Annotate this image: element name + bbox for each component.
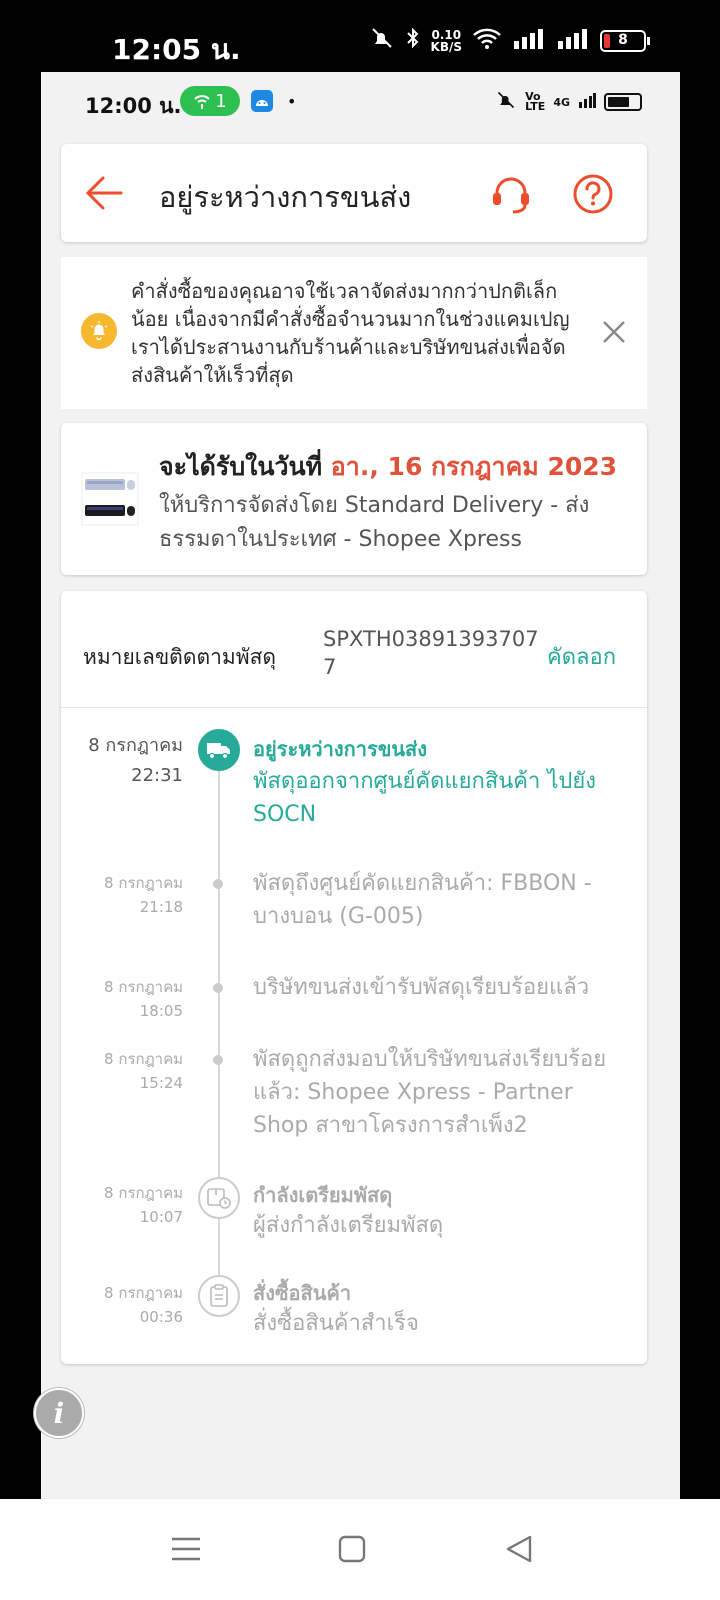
volte-icon: Vo LTE — [525, 90, 546, 113]
hotspot-count: 1 — [215, 90, 227, 112]
net-speed-unit: KB/S — [430, 39, 462, 54]
event-date: 8 กรกฎาคม — [104, 1184, 183, 1202]
event-time: 15:24 — [139, 1074, 183, 1092]
clipboard-icon — [198, 1275, 240, 1317]
event-title: อยู่ระหว่างการขนส่ง — [253, 737, 428, 761]
notice-message: คำสั่งซื้อของคุณอาจใช้เวลาจัดส่งมากกว่าป… — [131, 279, 570, 387]
event-time: 22:31 — [131, 765, 183, 786]
battery-icon — [604, 93, 642, 111]
event-title: สั่งซื้อสินค้า — [253, 1281, 352, 1305]
outer-status-icons: 0.10 KB/S 8 — [369, 26, 650, 55]
notice-close-button[interactable] — [599, 317, 629, 347]
page-title: อยู่ระหว่างการขนส่ง — [159, 180, 412, 214]
back-nav-button[interactable] — [500, 1529, 540, 1569]
event-datetime: 8 กรกฎาคม 18:05 — [104, 975, 183, 1023]
delivery-service: ให้บริการจัดส่งโดย Standard Delivery - ส… — [159, 493, 590, 552]
eta-date: อา., 16 กรกฎาคม 2023 — [330, 452, 618, 481]
event-description: พัสดุถูกส่งมอบให้บริษัทขนส่งเรียบร้อยแล้… — [253, 1047, 607, 1138]
android-app-icon — [251, 90, 273, 112]
back-button[interactable] — [83, 172, 125, 214]
battery-indicator: 8 — [600, 29, 650, 52]
home-button[interactable] — [332, 1529, 372, 1569]
truck-icon — [198, 729, 240, 771]
notification-dot: • — [287, 92, 297, 111]
support-button[interactable] — [489, 172, 533, 216]
close-icon — [603, 321, 625, 343]
timeline-dot — [213, 879, 223, 889]
triangle-back-icon — [506, 1535, 532, 1563]
signal-icon-2 — [556, 27, 590, 54]
back-arrow-icon — [85, 176, 123, 210]
inner-clock: 12:00 น. — [85, 94, 182, 118]
delay-notice-banner: คำสั่งซื้อของคุณอาจใช้เวลาจัดส่งมากกว่าป… — [61, 257, 647, 409]
divider — [61, 707, 647, 708]
info-icon: i — [53, 1396, 65, 1430]
bluetooth-icon — [405, 26, 421, 55]
help-button[interactable] — [571, 172, 615, 216]
mute-icon — [495, 90, 517, 114]
event-description: บริษัทขนส่งเข้ารับพัสดุเรียบร้อยแล้ว — [253, 975, 590, 1000]
product-thumbnail — [81, 471, 139, 527]
network-type: 4G — [553, 95, 570, 109]
tracking-number-label: หมายเลขติดตามพัสดุ — [83, 645, 277, 669]
event-description: สั่งซื้อสินค้าสำเร็จ — [253, 1311, 419, 1336]
net-speed: 0.10 KB/S — [431, 29, 462, 53]
system-navigation-bar — [0, 1499, 720, 1600]
event-date: 8 กรกฎาคม — [104, 978, 183, 996]
mute-icon — [369, 26, 395, 55]
event-datetime: 8 กรกฎาคม 22:31 — [88, 731, 183, 791]
menu-lines-icon — [172, 1537, 200, 1561]
tracking-card: หมายเลขติดตามพัสดุ SPXTH038913937077 คัด… — [61, 591, 647, 1364]
event-datetime: 8 กรกฎาคม 00:36 — [104, 1281, 183, 1329]
event-time: 00:36 — [139, 1308, 183, 1326]
net-speed-value: 0.10 — [431, 27, 462, 42]
hotspot-pill: 1 — [180, 86, 240, 116]
event-date: 8 กรกฎาคม — [104, 874, 183, 892]
info-button[interactable]: i — [34, 1388, 84, 1438]
recents-button[interactable] — [166, 1529, 206, 1569]
timeline-line — [218, 751, 220, 1311]
battery-level: 8 — [618, 31, 628, 48]
delivery-eta-card[interactable]: จะได้รับในวันที่ อา., 16 กรกฎาคม 2023 ให… — [61, 423, 647, 575]
inner-status-bar: 12:00 น. 1 • Vo LTE 4G — [41, 72, 680, 132]
event-datetime: 8 กรกฎาคม 21:18 — [104, 871, 183, 919]
event-date: 8 กรกฎาคม — [104, 1050, 183, 1068]
package-clock-icon — [198, 1177, 240, 1219]
eta-prefix: จะได้รับในวันที่ — [159, 452, 331, 481]
page-header: อยู่ระหว่างการขนส่ง — [61, 144, 647, 242]
event-time: 10:07 — [139, 1208, 183, 1226]
eta-line: จะได้รับในวันที่ อา., 16 กรกฎาคม 2023 — [159, 447, 617, 487]
event-date: 8 กรกฎาคม — [88, 735, 183, 756]
hotspot-icon — [194, 95, 210, 109]
event-time: 21:18 — [139, 898, 183, 916]
outer-clock: 12:05 น. — [112, 33, 241, 66]
headset-icon — [493, 177, 529, 214]
bell-icon — [81, 313, 117, 349]
inner-status-icons: Vo LTE 4G — [495, 90, 642, 114]
event-datetime: 8 กรกฎาคม 10:07 — [104, 1181, 183, 1229]
timeline-dot — [213, 983, 223, 993]
tracking-number: SPXTH038913937077 — [323, 627, 539, 679]
event-datetime: 8 กรกฎาคม 15:24 — [104, 1047, 183, 1095]
app-screen: 12:00 น. 1 • Vo LTE 4G อยู่ระหว่างการขนส่… — [41, 72, 680, 1499]
event-description: พัสดุออกจากศูนย์คัดแยกสินค้า ไปยัง SOCN — [253, 769, 597, 827]
timeline-dot — [213, 1055, 223, 1065]
outer-status-bar: 12:05 น. 0.10 KB/S 8 — [0, 0, 720, 72]
event-time: 18:05 — [139, 1002, 183, 1020]
question-icon — [573, 174, 613, 214]
signal-icon — [578, 92, 596, 112]
wifi-icon — [472, 26, 502, 55]
square-icon — [338, 1535, 366, 1563]
signal-icon — [512, 27, 546, 54]
event-title: กำลังเตรียมพัสดุ — [253, 1183, 393, 1207]
event-description: พัสดุถึงศูนย์คัดแยกสินค้า: FBBON - บางบอ… — [253, 871, 592, 929]
event-description: ผู้ส่งกำลังเตรียมพัสดุ — [253, 1213, 444, 1238]
event-date: 8 กรกฎาคม — [104, 1284, 183, 1302]
copy-tracking-button[interactable]: คัดลอก — [547, 639, 616, 674]
